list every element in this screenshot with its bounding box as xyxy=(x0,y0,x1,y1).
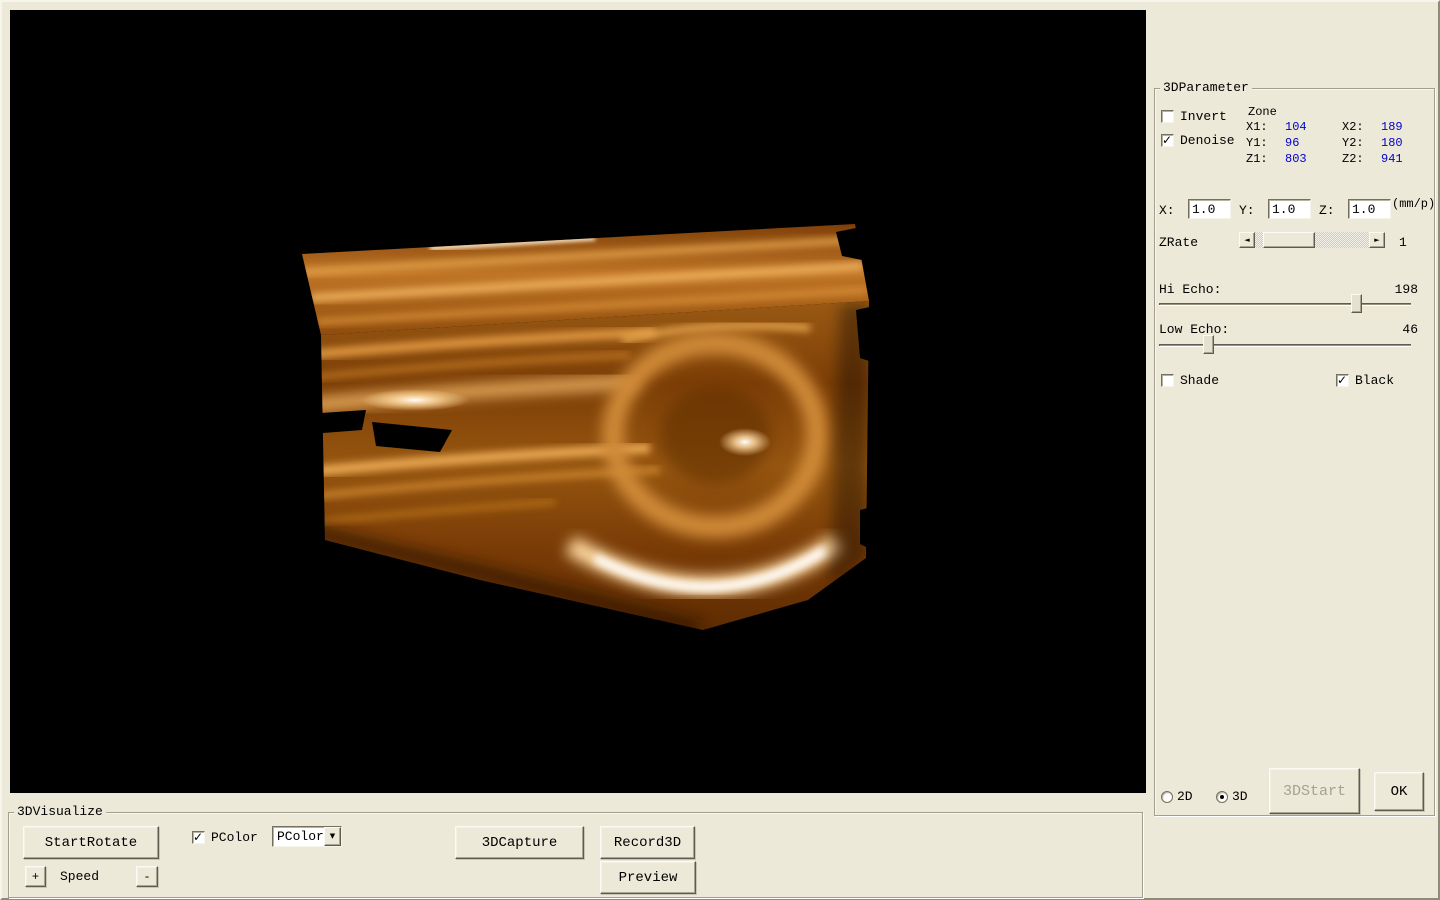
low-echo-slider[interactable] xyxy=(1159,335,1411,355)
shade-checkbox[interactable] xyxy=(1161,374,1174,387)
pcolor-dropdown[interactable]: PColor ▼ xyxy=(272,826,342,847)
zrate-scroll-left-button[interactable]: ◄ xyxy=(1239,232,1255,248)
black-label: Black xyxy=(1355,373,1394,388)
mode-3d-label: 3D xyxy=(1232,789,1248,804)
zrate-value: 1 xyxy=(1399,235,1407,250)
zone-x2-value: 189 xyxy=(1381,120,1403,135)
scale-y-input[interactable] xyxy=(1268,199,1311,219)
zone-x1-value: 104 xyxy=(1285,120,1307,135)
zone-y2-value: 180 xyxy=(1381,136,1403,151)
visualize-group: 3DVisualize StartRotate PColor PColor ▼ … xyxy=(8,812,1143,898)
low-echo-slider-thumb[interactable] xyxy=(1203,335,1214,354)
record3d-button[interactable]: Record3D xyxy=(600,826,695,859)
scale-x-label: X: xyxy=(1159,203,1175,218)
zone-x2-label: X2: xyxy=(1342,120,1364,135)
zone-z1-value: 803 xyxy=(1285,152,1307,167)
denoise-label: Denoise xyxy=(1180,133,1235,148)
render-viewport[interactable] xyxy=(10,10,1146,793)
speed-label: Speed xyxy=(60,869,99,884)
pcolor-label: PColor xyxy=(211,830,258,845)
zone-y2-label: Y2: xyxy=(1342,136,1364,151)
speed-plus-button[interactable]: + xyxy=(25,866,46,887)
mode-2d-label: 2D xyxy=(1177,789,1193,804)
start3d-button[interactable]: 3DStart xyxy=(1269,768,1360,814)
mode-3d-radio[interactable] xyxy=(1216,791,1228,803)
zone-y1-label: Y1: xyxy=(1246,136,1268,151)
zrate-scroll-right-button[interactable]: ► xyxy=(1369,232,1385,248)
arrow-right-icon: ► xyxy=(1374,237,1379,244)
ok-button[interactable]: OK xyxy=(1374,772,1424,811)
invert-label: Invert xyxy=(1180,109,1227,124)
start-rotate-button[interactable]: StartRotate xyxy=(23,826,159,859)
chevron-down-icon: ▼ xyxy=(330,833,335,840)
scale-unit-label: (mm/p) xyxy=(1392,197,1435,212)
zrate-label: ZRate xyxy=(1159,235,1198,250)
parameter-group: 3DParameter Invert Denoise Zone X1: 104 … xyxy=(1154,88,1435,816)
shade-label: Shade xyxy=(1180,373,1219,388)
parameter-group-title: 3DParameter xyxy=(1160,80,1252,96)
scale-z-input[interactable] xyxy=(1348,199,1391,219)
preview-button[interactable]: Preview xyxy=(600,861,696,894)
zone-z2-label: Z2: xyxy=(1342,152,1364,167)
zrate-scrollbar-track[interactable] xyxy=(1255,232,1369,248)
zone-y1-value: 96 xyxy=(1285,136,1299,151)
pcolor-dropdown-value: PColor xyxy=(277,828,324,845)
speed-minus-button[interactable]: - xyxy=(136,866,158,887)
black-checkbox[interactable] xyxy=(1336,374,1349,387)
hi-echo-slider-track[interactable] xyxy=(1159,303,1411,306)
denoise-checkbox[interactable] xyxy=(1161,134,1174,147)
zrate-scrollbar-thumb[interactable] xyxy=(1263,232,1315,248)
capture3d-button[interactable]: 3DCapture xyxy=(455,826,584,859)
pcolor-dropdown-button[interactable]: ▼ xyxy=(324,827,341,846)
zone-x1-label: X1: xyxy=(1246,120,1268,135)
visualize-group-title: 3DVisualize xyxy=(14,804,106,820)
zone-title: Zone xyxy=(1248,105,1277,120)
zone-z1-label: Z1: xyxy=(1246,152,1268,167)
pcolor-checkbox[interactable] xyxy=(192,831,205,844)
hi-echo-slider-thumb[interactable] xyxy=(1351,294,1362,313)
scale-y-label: Y: xyxy=(1239,203,1255,218)
app-window: 3DParameter Invert Denoise Zone X1: 104 … xyxy=(0,0,1440,900)
scale-z-label: Z: xyxy=(1319,203,1335,218)
mode-2d-radio[interactable] xyxy=(1161,791,1173,803)
scale-x-input[interactable] xyxy=(1188,199,1231,219)
zone-z2-value: 941 xyxy=(1381,152,1403,167)
arrow-left-icon: ◄ xyxy=(1244,237,1249,244)
hi-echo-slider[interactable] xyxy=(1159,294,1411,314)
low-echo-slider-track[interactable] xyxy=(1159,344,1411,347)
ultrasound-volume-render xyxy=(10,10,1146,793)
invert-checkbox[interactable] xyxy=(1161,110,1174,123)
zrate-scrollbar[interactable]: ◄ ► xyxy=(1239,232,1385,248)
